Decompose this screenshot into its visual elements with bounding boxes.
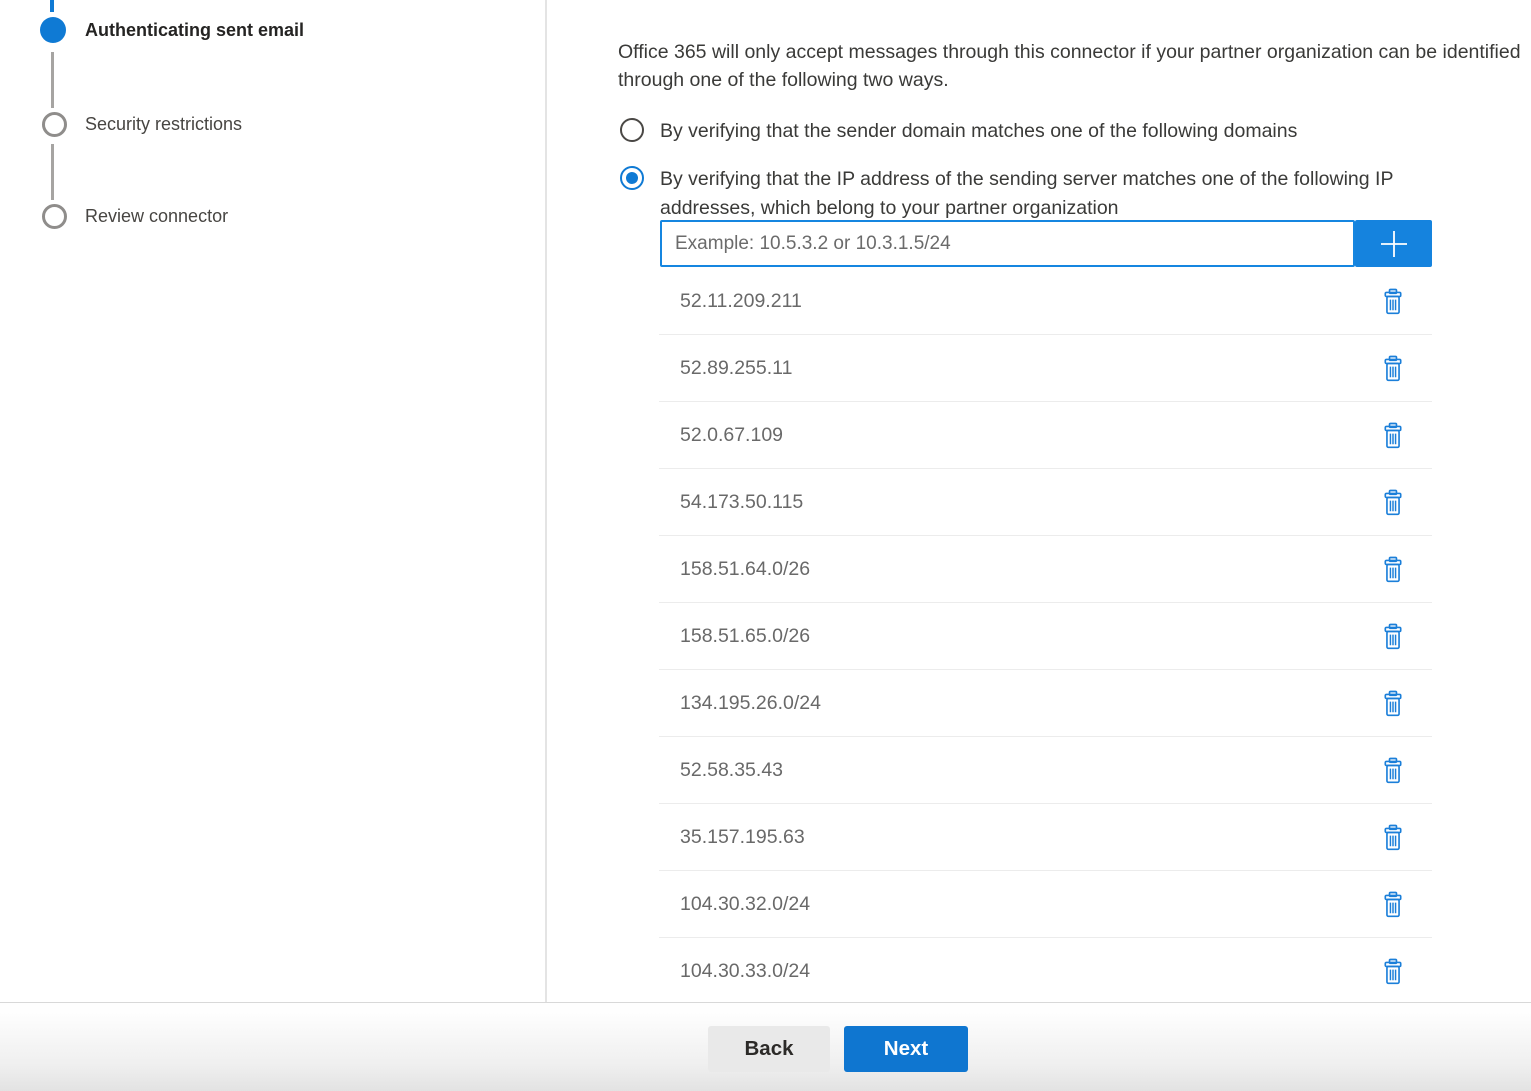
wizard-stepper: Authenticating sent email Security restr…	[0, 0, 546, 1002]
stepper-rail-completed	[50, 0, 54, 12]
step-security-restrictions[interactable]: Security restrictions	[85, 114, 242, 135]
ip-address-value: 52.89.255.11	[680, 357, 792, 380]
trash-icon	[1382, 757, 1404, 784]
ip-address-value: 54.173.50.115	[680, 491, 803, 514]
trash-icon	[1382, 690, 1404, 717]
delete-ip-button[interactable]	[1380, 420, 1406, 451]
delete-ip-button[interactable]	[1380, 889, 1406, 920]
option-ip-address[interactable]: By verifying that the IP address of the …	[618, 165, 1482, 222]
ip-address-row: 52.0.67.109	[659, 402, 1432, 469]
delete-ip-button[interactable]	[1380, 822, 1406, 853]
ip-address-row: 134.195.26.0/24	[659, 670, 1432, 737]
trash-icon	[1382, 891, 1404, 918]
ip-address-value: 52.58.35.43	[680, 759, 783, 782]
delete-ip-button[interactable]	[1380, 554, 1406, 585]
ip-address-row: 104.30.33.0/24	[659, 938, 1432, 1005]
trash-icon	[1382, 623, 1404, 650]
trash-icon	[1382, 556, 1404, 583]
delete-ip-button[interactable]	[1380, 956, 1406, 987]
back-button[interactable]: Back	[708, 1026, 830, 1072]
step-content: Office 365 will only accept messages thr…	[546, 0, 1531, 1002]
trash-icon	[1382, 958, 1404, 985]
radio-selected-icon[interactable]	[620, 166, 644, 190]
ip-address-list: 52.11.209.211 52.89.255.11	[659, 268, 1432, 1005]
delete-ip-button[interactable]	[1380, 487, 1406, 518]
option-sender-domain[interactable]: By verifying that the sender domain matc…	[618, 117, 1482, 146]
option-ip-address-label: By verifying that the IP address of the …	[660, 165, 1482, 222]
step-circle-icon	[42, 112, 67, 137]
connector-wizard-page: Authenticating sent email Security restr…	[0, 0, 1531, 1091]
delete-ip-button[interactable]	[1380, 755, 1406, 786]
ip-address-value: 158.51.65.0/26	[680, 625, 810, 648]
ip-address-row: 158.51.64.0/26	[659, 536, 1432, 603]
step-current-dot	[40, 17, 66, 43]
trash-icon	[1382, 355, 1404, 382]
next-button[interactable]: Next	[844, 1026, 968, 1072]
ip-address-row: 35.157.195.63	[659, 804, 1432, 871]
trash-icon	[1382, 489, 1404, 516]
ip-address-value: 134.195.26.0/24	[680, 692, 821, 715]
trash-icon	[1382, 288, 1404, 315]
delete-ip-button[interactable]	[1380, 353, 1406, 384]
radio-unselected-icon[interactable]	[620, 118, 644, 142]
delete-ip-button[interactable]	[1380, 621, 1406, 652]
ip-address-row: 52.89.255.11	[659, 335, 1432, 402]
ip-address-row: 54.173.50.115	[659, 469, 1432, 536]
ip-address-row: 104.30.32.0/24	[659, 871, 1432, 938]
plus-icon	[1377, 227, 1411, 261]
delete-ip-button[interactable]	[1380, 688, 1406, 719]
ip-address-row: 158.51.65.0/26	[659, 603, 1432, 670]
delete-ip-button[interactable]	[1380, 286, 1406, 317]
intro-text: Office 365 will only accept messages thr…	[618, 38, 1531, 95]
ip-address-value: 35.157.195.63	[680, 826, 805, 849]
stepper-rail	[51, 52, 54, 108]
add-ip-button[interactable]	[1355, 220, 1432, 267]
wizard-footer: Back Next	[0, 1002, 1531, 1091]
ip-address-row: 52.58.35.43	[659, 737, 1432, 804]
footer-buttons: Back Next	[708, 1026, 968, 1072]
step-authenticating-sent-email[interactable]: Authenticating sent email	[85, 20, 304, 41]
stepper-rail	[51, 144, 54, 200]
ip-address-value: 104.30.33.0/24	[680, 960, 810, 983]
step-review-connector[interactable]: Review connector	[85, 206, 228, 227]
trash-icon	[1382, 422, 1404, 449]
option-sender-domain-label: By verifying that the sender domain matc…	[660, 117, 1482, 146]
ip-address-value: 104.30.32.0/24	[680, 893, 810, 916]
ip-address-input[interactable]	[660, 220, 1355, 267]
ip-address-value: 158.51.64.0/26	[680, 558, 810, 581]
ip-address-row: 52.11.209.211	[659, 268, 1432, 335]
ip-address-value: 52.11.209.211	[680, 290, 802, 313]
ip-address-value: 52.0.67.109	[680, 424, 783, 447]
trash-icon	[1382, 824, 1404, 851]
step-circle-icon	[42, 204, 67, 229]
